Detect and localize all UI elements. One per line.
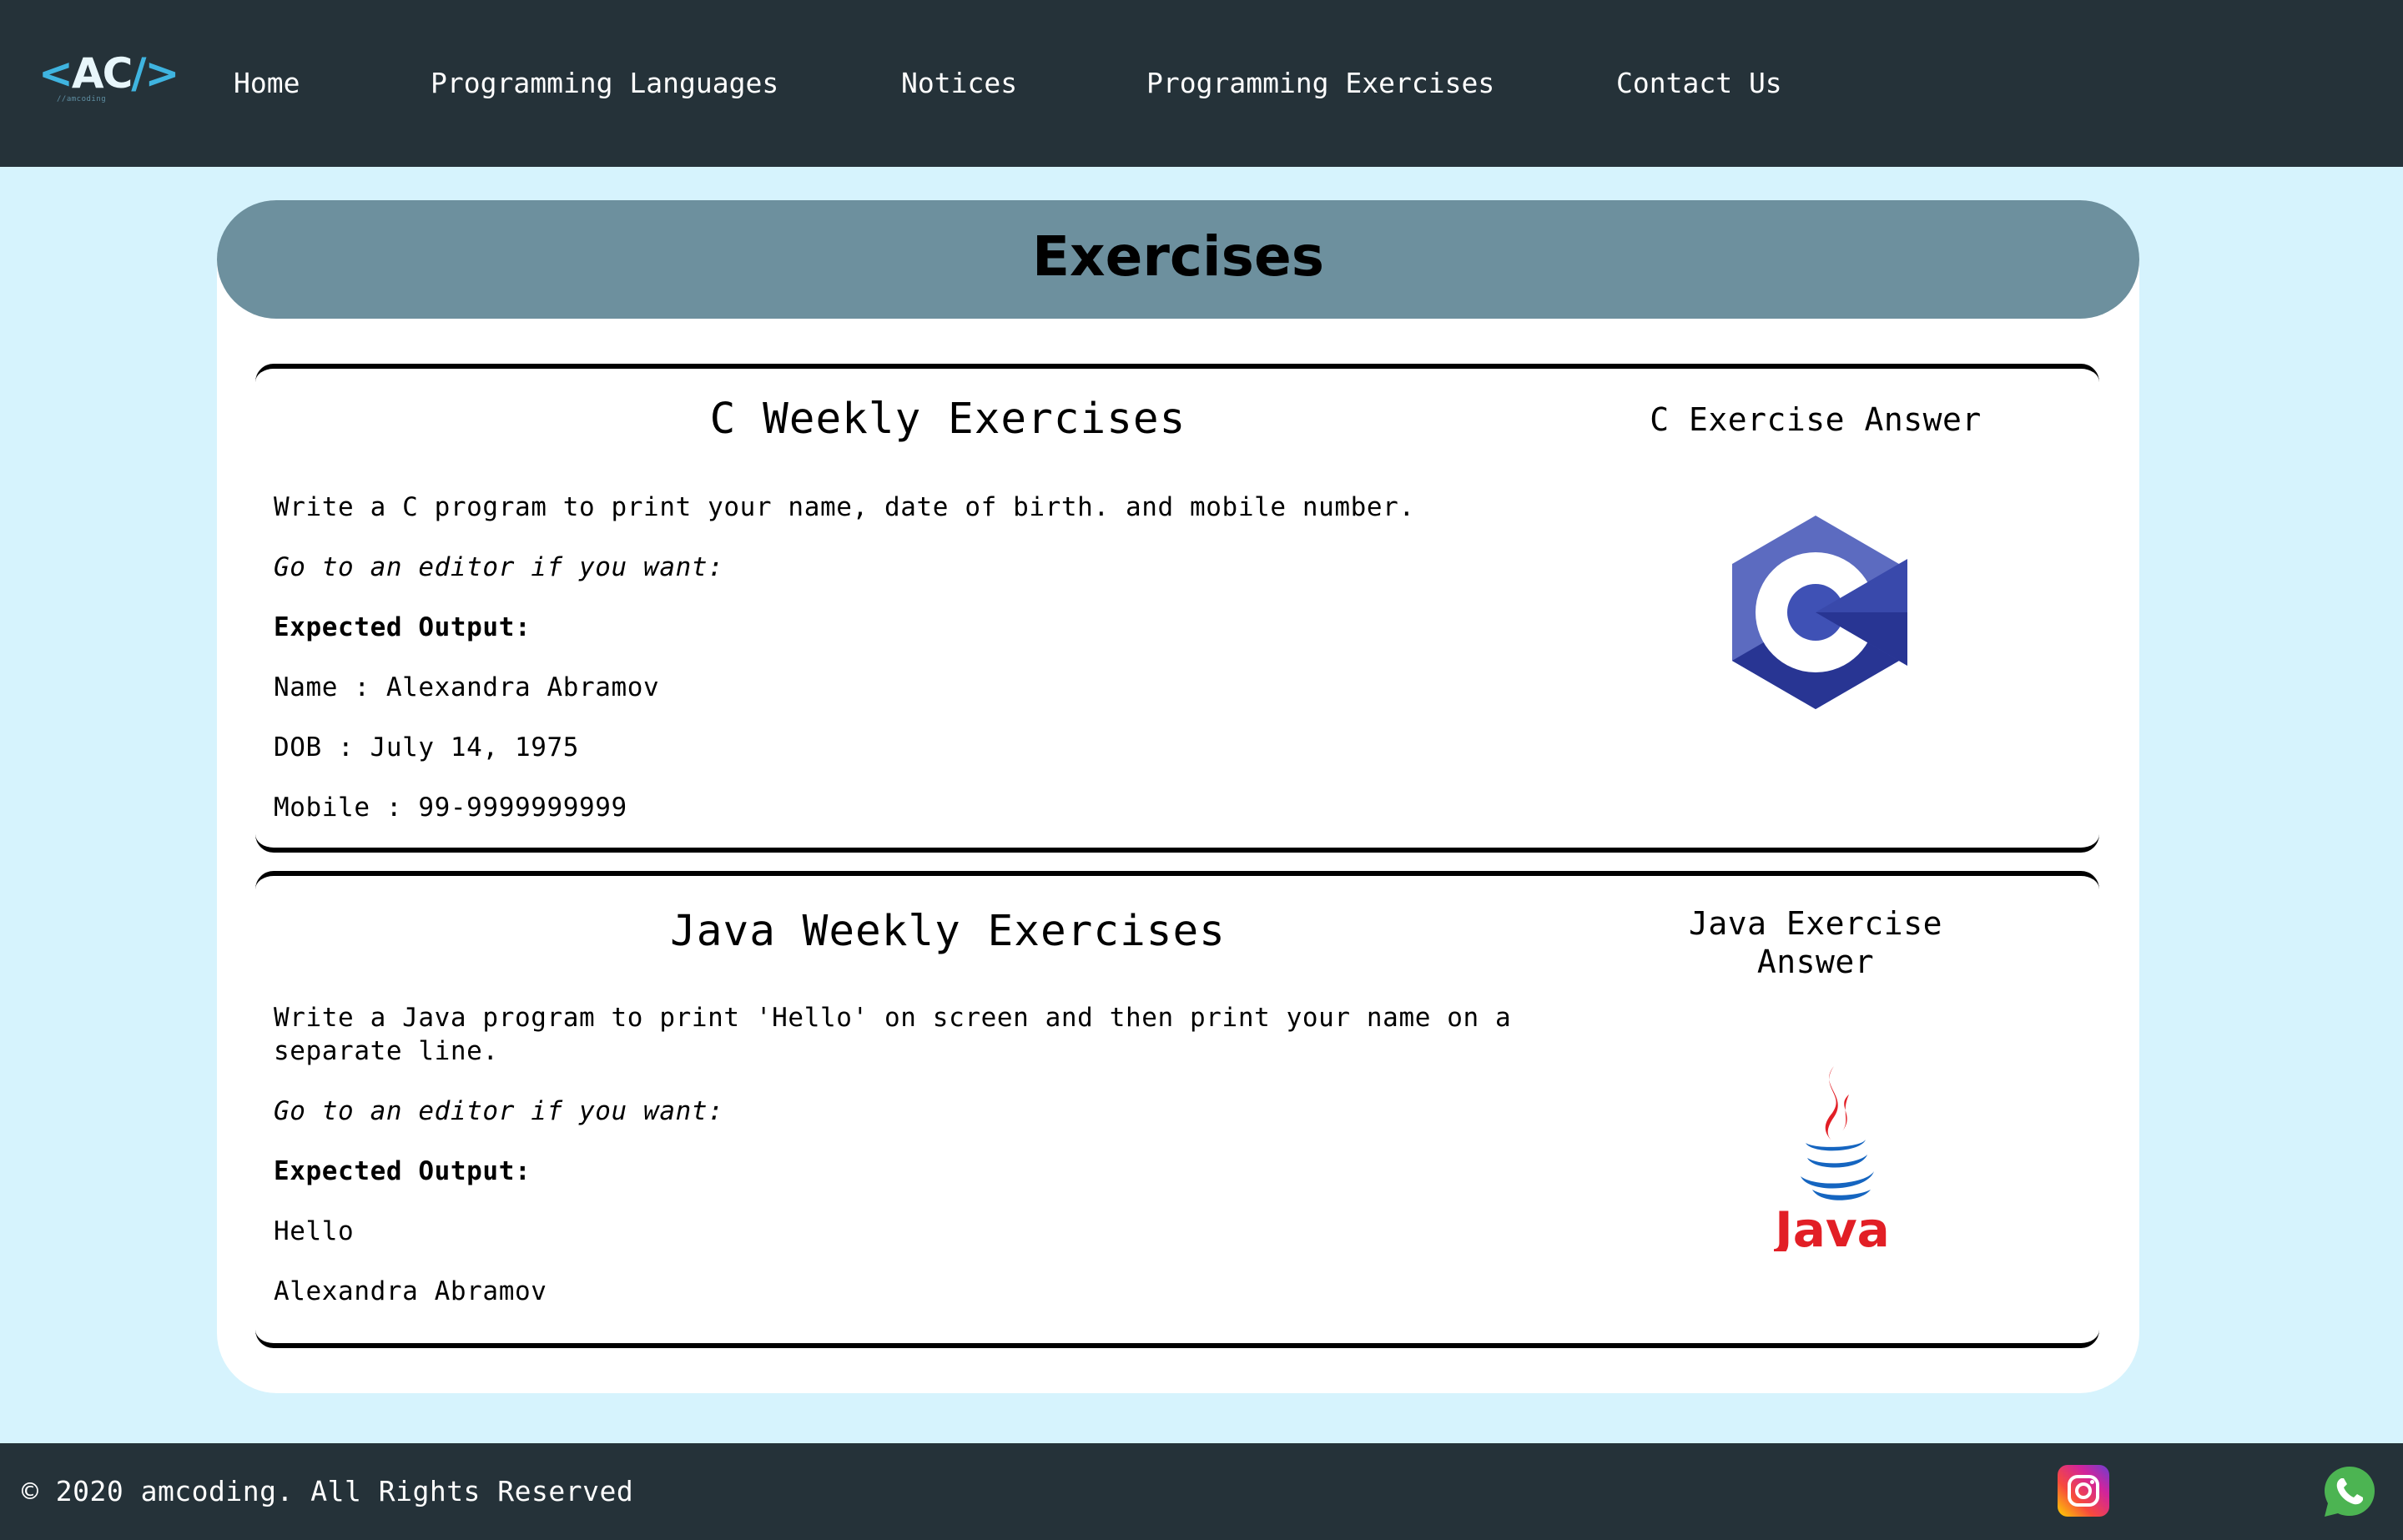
- nav-link-home[interactable]: Home: [234, 67, 300, 100]
- c-exercise-heading: C Weekly Exercises: [709, 395, 1186, 444]
- java-exercise-editor-hint[interactable]: Go to an editor if you want:: [274, 1095, 1625, 1128]
- c-output-line: Name : Alexandra Abramov: [274, 672, 660, 702]
- c-language-logo-icon[interactable]: [1724, 512, 1907, 712]
- page-title: Exercises: [1031, 224, 1325, 289]
- nav-link-contact-us[interactable]: Contact Us: [1616, 67, 1782, 100]
- card-header: Exercises: [217, 200, 2139, 319]
- footer: © 2020 amcoding. All Rights Reserved: [0, 1443, 2403, 1540]
- exercises-card: Exercises C Weekly Exercises Write a C p…: [217, 200, 2139, 1393]
- java-exercise-prompt: Write a Java program to print 'Hello' on…: [274, 1003, 1512, 1066]
- java-exercise-expected-label: Expected Output:: [274, 1156, 531, 1186]
- logo-close-bracket: />: [131, 49, 179, 98]
- c-exercise-prompt: Write a C program to print your name, da…: [274, 492, 1415, 522]
- copyright-text: © 2020 amcoding. All Rights Reserved: [22, 1475, 634, 1507]
- java-answer-title-line: Java Exercise: [1689, 905, 1942, 942]
- c-answer-title[interactable]: C Exercise Answer: [1624, 400, 2008, 439]
- java-output-line: Alexandra Abramov: [274, 1276, 547, 1306]
- java-exercise-panel: Java Weekly Exercises Write a Java progr…: [255, 871, 2099, 1348]
- c-output-line: Mobile : 99-9999999999: [274, 793, 627, 823]
- c-exercise-panel: C Weekly Exercises Write a C program to …: [255, 364, 2099, 853]
- c-exercise-editor-hint[interactable]: Go to an editor if you want:: [274, 551, 1625, 584]
- logo-main-text: AC: [71, 49, 133, 98]
- nav-link-programming-exercises[interactable]: Programming Exercises: [1146, 67, 1494, 100]
- logo-open-bracket: <: [38, 49, 73, 98]
- site-logo[interactable]: <AC/> //amcoding: [38, 48, 179, 108]
- c-output-line: DOB : July 14, 1975: [274, 732, 580, 762]
- c-exercise-expected-label: Expected Output:: [274, 612, 531, 642]
- nav-link-programming-languages[interactable]: Programming Languages: [431, 67, 778, 100]
- java-wordmark: Java: [1774, 1201, 1890, 1251]
- instagram-icon[interactable]: [2058, 1465, 2109, 1517]
- java-logo-icon[interactable]: Java: [1774, 1061, 1891, 1251]
- java-exercise-heading: Java Weekly Exercises: [670, 907, 1226, 956]
- top-navbar: <AC/> //amcoding Home Programming Langua…: [0, 0, 2403, 167]
- whatsapp-icon[interactable]: [2323, 1465, 2376, 1518]
- java-answer-title-line: Answer: [1756, 944, 1875, 980]
- java-answer-title[interactable]: Java Exercise Answer: [1624, 904, 2008, 981]
- logo-subtitle: //amcoding: [57, 95, 107, 103]
- java-output-line: Hello: [274, 1216, 355, 1246]
- nav-link-notices[interactable]: Notices: [901, 67, 1017, 100]
